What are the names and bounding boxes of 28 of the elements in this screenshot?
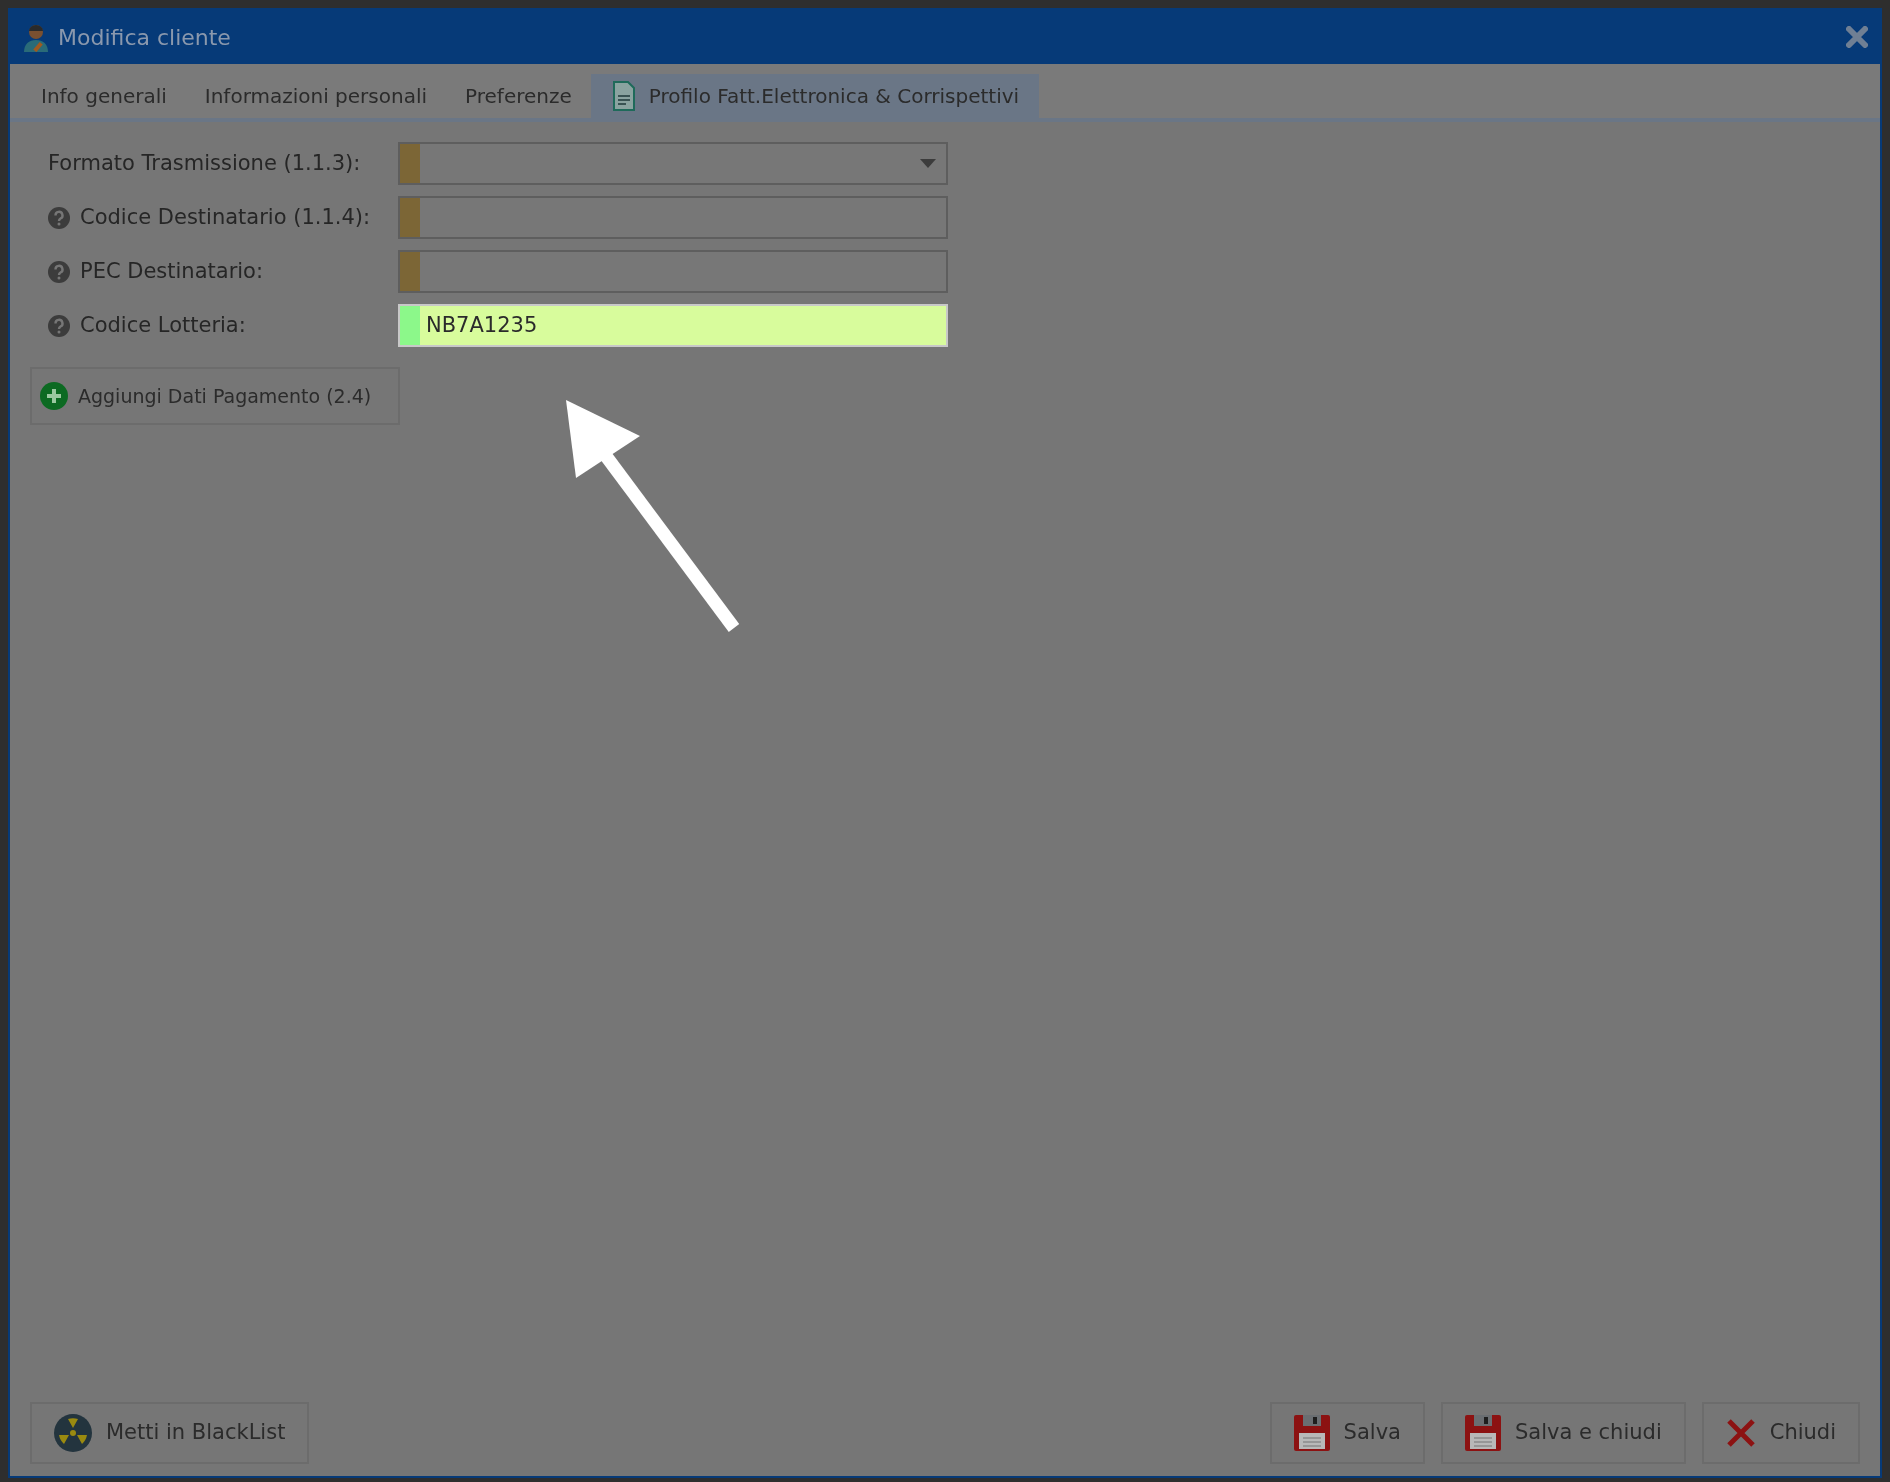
tab[interactable]: Preferenze	[446, 74, 591, 118]
close-icon[interactable]	[1846, 26, 1868, 48]
save-button[interactable]: Salva	[1269, 1402, 1425, 1464]
input-field[interactable]	[398, 196, 948, 239]
close-button[interactable]: Chiudi	[1701, 1402, 1860, 1464]
field-label: Codice Destinatario (1.1.4):	[80, 203, 371, 231]
blacklist-button[interactable]: Metti in BlackList	[30, 1402, 310, 1464]
field-label: Codice Lotteria:	[80, 311, 246, 339]
person-icon	[22, 22, 50, 52]
help-icon[interactable]	[48, 206, 70, 229]
document-icon	[610, 81, 637, 111]
tab[interactable]: Info generali	[22, 74, 186, 118]
add-payment-button[interactable]: Aggiungi Dati Pagamento (2.4)	[30, 367, 400, 425]
help-icon[interactable]	[48, 260, 70, 283]
input-field[interactable]	[398, 250, 948, 293]
dropdown-arrow-icon	[920, 159, 936, 168]
input-field[interactable]: NB7A1235	[398, 304, 948, 347]
save-button[interactable]: Salva e chiudi	[1440, 1402, 1686, 1464]
field-label: PEC Destinatario:	[80, 257, 264, 285]
help-icon[interactable]	[48, 314, 70, 337]
dropdown-field[interactable]	[398, 142, 948, 185]
close-icon	[1725, 1418, 1756, 1448]
plus-icon	[40, 382, 68, 410]
field-label: Formato Trasmissione (1.1.3):	[48, 149, 361, 177]
window-title: Modifica cliente	[58, 23, 231, 52]
tab[interactable]: Profilo Fatt.Elettronica & Corrispettivi	[590, 74, 1040, 118]
tab[interactable]: Informazioni personali	[185, 74, 447, 118]
radiation-icon	[54, 1414, 92, 1452]
